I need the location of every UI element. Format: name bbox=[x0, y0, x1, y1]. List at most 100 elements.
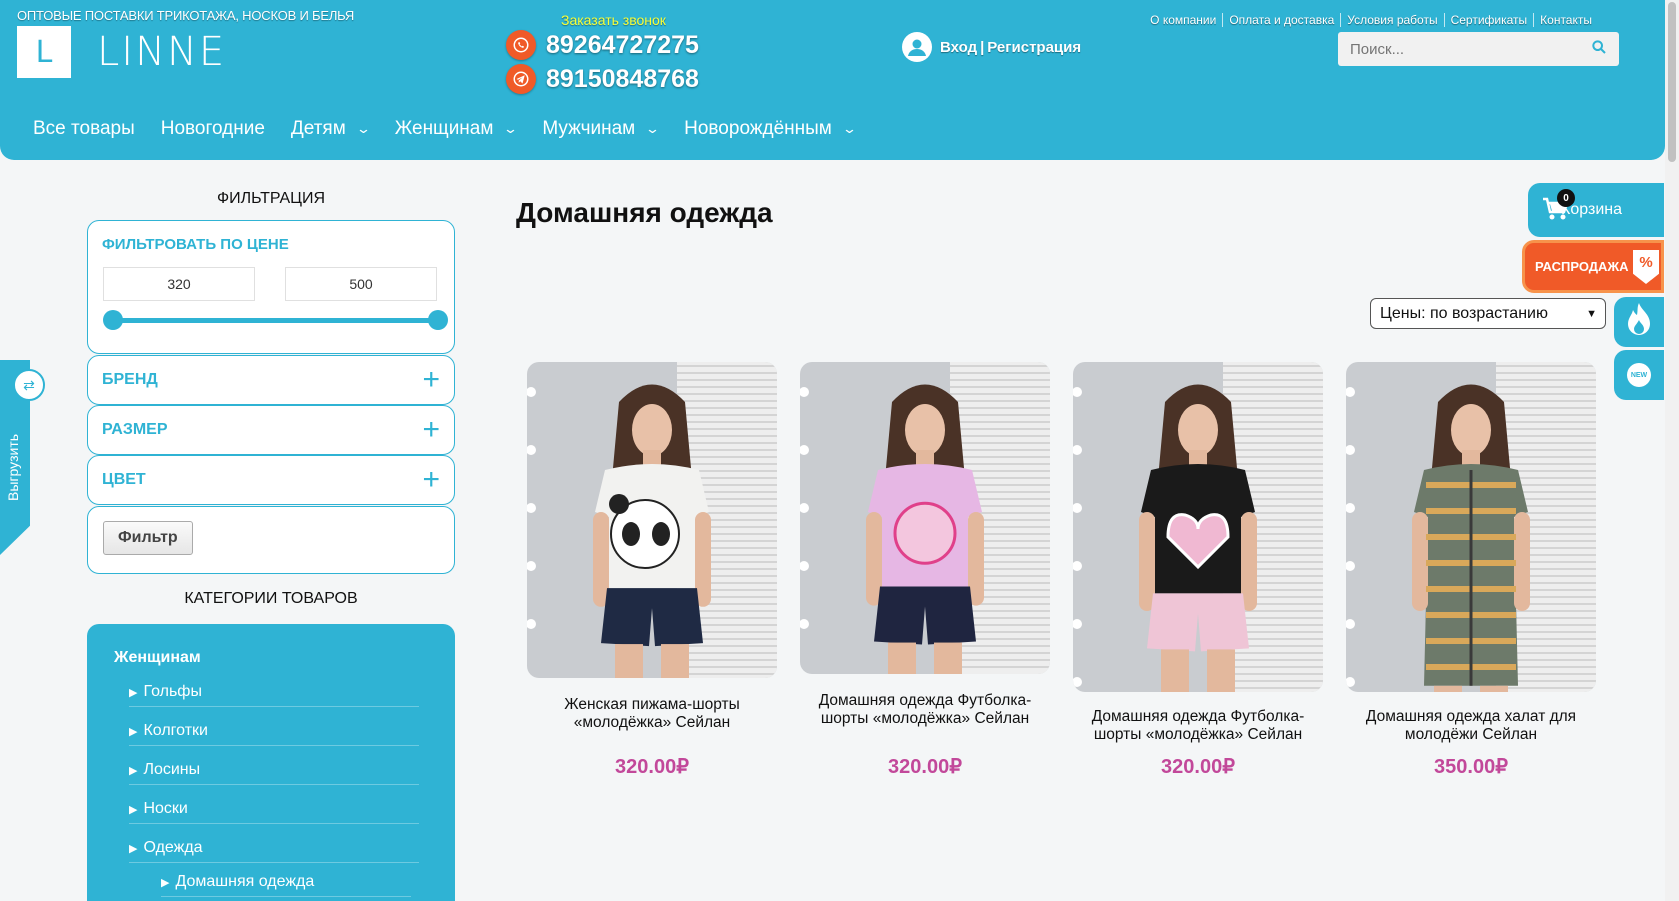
phone-telegram[interactable]: 89150848768 bbox=[506, 64, 699, 94]
search-box bbox=[1338, 32, 1619, 66]
categories-title: КАТЕГОРИИ ТОВАРОВ bbox=[184, 590, 358, 607]
product-card[interactable]: Домашняя одежда Футболка-шорты «молодёжк… bbox=[800, 362, 1050, 778]
sync-icon[interactable]: ⇄ bbox=[13, 369, 45, 401]
filter-color[interactable]: ЦВЕТ + bbox=[87, 455, 455, 505]
nav-label: Новорождённым bbox=[684, 118, 832, 139]
export-label[interactable]: Выгрузить bbox=[5, 420, 21, 515]
top-links: О компании Оплата и доставка Условия раб… bbox=[1144, 13, 1598, 27]
product-name[interactable]: Домашняя одежда Футболка-шорты «молодёжк… bbox=[800, 692, 1050, 728]
price-min-input[interactable]: 320 bbox=[103, 267, 255, 301]
page: ОПТОВЫЕ ПОСТАВКИ ТРИКОТАЖА, НОСКОВ И БЕЛ… bbox=[0, 0, 1679, 901]
category-item[interactable]: ▶ Одежда bbox=[129, 839, 419, 863]
product-image[interactable] bbox=[527, 362, 777, 678]
product-image[interactable] bbox=[1346, 362, 1596, 692]
logo-text: LINNE bbox=[97, 29, 227, 75]
category-label: Колготки bbox=[143, 722, 208, 739]
subcategory-label: Домашняя одежда bbox=[175, 873, 315, 890]
product-image[interactable] bbox=[800, 362, 1050, 674]
filter-size[interactable]: РАЗМЕР + bbox=[87, 405, 455, 455]
logo-mark: L bbox=[17, 26, 71, 78]
product-card[interactable]: Домашняя одежда Футболка-шорты «молодёжк… bbox=[1073, 362, 1323, 778]
top-link-contacts[interactable]: Контакты bbox=[1533, 13, 1598, 27]
product-name[interactable]: Женская пижама-шорты «молодёжка» Сейлан bbox=[527, 696, 777, 732]
top-link-payment[interactable]: Оплата и доставка bbox=[1222, 13, 1340, 27]
phone-number-1: 89264727275 bbox=[546, 30, 699, 59]
search-input[interactable] bbox=[1338, 40, 1579, 58]
nav-label: Все товары bbox=[33, 118, 135, 139]
login-link[interactable]: Вход bbox=[940, 39, 977, 56]
product-name[interactable]: Домашняя одежда халат для молодёжи Сейла… bbox=[1346, 708, 1596, 744]
triangle-right-icon: ▶ bbox=[129, 765, 138, 777]
sort-value: Цены: по возрастанию bbox=[1380, 304, 1548, 322]
plus-icon: + bbox=[422, 413, 440, 446]
new-badge-icon: NEW bbox=[1627, 363, 1651, 387]
filter-brand[interactable]: БРЕНД + bbox=[87, 355, 455, 405]
search-icon[interactable] bbox=[1579, 39, 1619, 60]
product-price: 320.00₽ bbox=[1161, 756, 1235, 778]
nav-men[interactable]: Мужчинам ⌄ bbox=[542, 118, 660, 140]
product-price: 320.00₽ bbox=[888, 756, 962, 778]
price-slider-max-handle[interactable] bbox=[428, 310, 448, 330]
nav-label: Новогодние bbox=[160, 118, 265, 139]
site-header: ОПТОВЫЕ ПОСТАВКИ ТРИКОТАЖА, НОСКОВ И БЕЛ… bbox=[0, 0, 1665, 160]
filter-size-label: РАЗМЕР bbox=[102, 421, 168, 438]
page-title: Домашняя одежда bbox=[516, 197, 773, 228]
plus-icon: + bbox=[422, 363, 440, 396]
category-item[interactable]: ▶ Колготки bbox=[129, 722, 419, 746]
category-item[interactable]: ▶ Носки bbox=[129, 800, 419, 824]
register-link[interactable]: Регистрация bbox=[987, 39, 1081, 56]
filter-title: ФИЛЬТРАЦИЯ bbox=[217, 190, 325, 207]
callback-link[interactable]: Заказать звонок bbox=[561, 12, 666, 28]
filter-submit-box: Фильтр bbox=[87, 506, 455, 574]
product-price: 320.00₽ bbox=[615, 756, 689, 778]
phone-number-2: 89150848768 bbox=[546, 64, 699, 93]
product-card[interactable]: Женская пижама-шорты «молодёжка» Сейлан … bbox=[527, 362, 777, 778]
product-card[interactable]: Домашняя одежда халат для молодёжи Сейла… bbox=[1346, 362, 1596, 778]
nav-new-year[interactable]: Новогодние bbox=[161, 118, 265, 140]
price-slider-min-handle[interactable] bbox=[103, 310, 123, 330]
hot-products-button[interactable] bbox=[1614, 297, 1664, 347]
subcategory-item[interactable]: ▶ Домашняя одежда bbox=[161, 873, 411, 897]
chevron-down-icon: ⌄ bbox=[503, 121, 519, 136]
triangle-right-icon: ▶ bbox=[129, 843, 138, 855]
price-max-input[interactable]: 500 bbox=[285, 267, 437, 301]
cart-button[interactable]: 0 Корзина bbox=[1528, 183, 1664, 237]
top-link-certificates[interactable]: Сертификаты bbox=[1443, 13, 1534, 27]
nav-women[interactable]: Женщинам ⌄ bbox=[394, 118, 519, 140]
scrollbar-thumb[interactable] bbox=[1668, 2, 1676, 162]
nav-label: Женщинам bbox=[394, 118, 494, 139]
sort-select[interactable]: Цены: по возрастанию ▼ bbox=[1370, 298, 1606, 329]
category-women[interactable]: Женщинам bbox=[114, 649, 201, 667]
sale-label: РАСПРОДАЖА bbox=[1535, 259, 1629, 274]
product-image[interactable] bbox=[1073, 362, 1323, 692]
telegram-icon bbox=[506, 64, 536, 94]
chevron-down-icon: ⌄ bbox=[355, 121, 371, 136]
filter-button[interactable]: Фильтр bbox=[103, 521, 193, 555]
logo[interactable]: L LINNE bbox=[17, 26, 226, 78]
nav-label: Детям bbox=[290, 118, 346, 139]
top-link-about[interactable]: О компании bbox=[1144, 13, 1222, 27]
nav-newborn[interactable]: Новорождённым ⌄ bbox=[684, 118, 857, 140]
triangle-right-icon: ▶ bbox=[129, 726, 138, 738]
category-item[interactable]: ▶ Гольфы bbox=[129, 683, 419, 707]
category-label: Лосины bbox=[143, 761, 201, 778]
category-label: Носки bbox=[143, 800, 188, 817]
main-nav: Все товары Новогодние Детям ⌄ Женщинам ⌄ М… bbox=[20, 118, 868, 140]
category-label: Одежда bbox=[143, 839, 203, 856]
product-name[interactable]: Домашняя одежда Футболка-шорты «молодёжк… bbox=[1073, 708, 1323, 744]
category-item[interactable]: ▶ Лосины bbox=[129, 761, 419, 785]
plus-icon: + bbox=[422, 463, 440, 496]
new-products-button[interactable]: NEW bbox=[1614, 350, 1664, 400]
top-link-terms[interactable]: Условия работы bbox=[1340, 13, 1443, 27]
triangle-right-icon: ▶ bbox=[129, 804, 138, 816]
scrollbar[interactable] bbox=[1665, 0, 1679, 901]
filter-brand-label: БРЕНД bbox=[102, 371, 158, 388]
nav-all-products[interactable]: Все товары bbox=[33, 118, 135, 140]
login-area: Вход | Регистрация bbox=[902, 32, 1081, 62]
nav-kids[interactable]: Детям ⌄ bbox=[290, 118, 371, 140]
whatsapp-icon bbox=[506, 30, 536, 60]
phone-whatsapp[interactable]: 89264727275 bbox=[506, 30, 699, 60]
sale-button[interactable]: РАСПРОДАЖА % bbox=[1522, 240, 1664, 293]
price-filter: ФИЛЬТРОВАТЬ ПО ЦЕНЕ 320 500 bbox=[87, 220, 455, 354]
price-filter-title: ФИЛЬТРОВАТЬ ПО ЦЕНЕ bbox=[102, 236, 289, 253]
